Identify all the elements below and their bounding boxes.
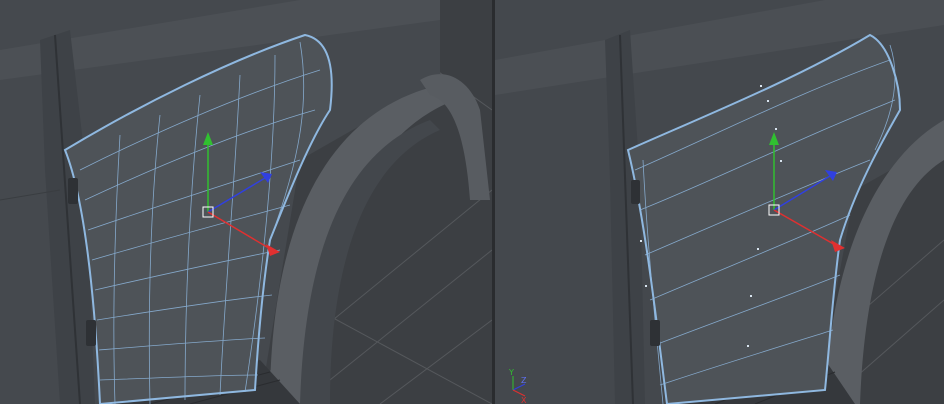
viewport-right-canvas[interactable]: Y Z X [495,0,944,404]
hinge-top [631,180,640,204]
axis-z-label: Z [521,376,527,385]
hinge-bottom [650,320,660,346]
viewport-left-canvas[interactable] [0,0,492,404]
viewport-left[interactable] [0,0,492,404]
axis-x-label: X [521,396,527,404]
viewport-right[interactable]: Y Z X [495,0,944,404]
hinge-bottom [86,320,96,346]
axis-y-label: Y [508,368,514,377]
hinge-top [68,178,78,204]
